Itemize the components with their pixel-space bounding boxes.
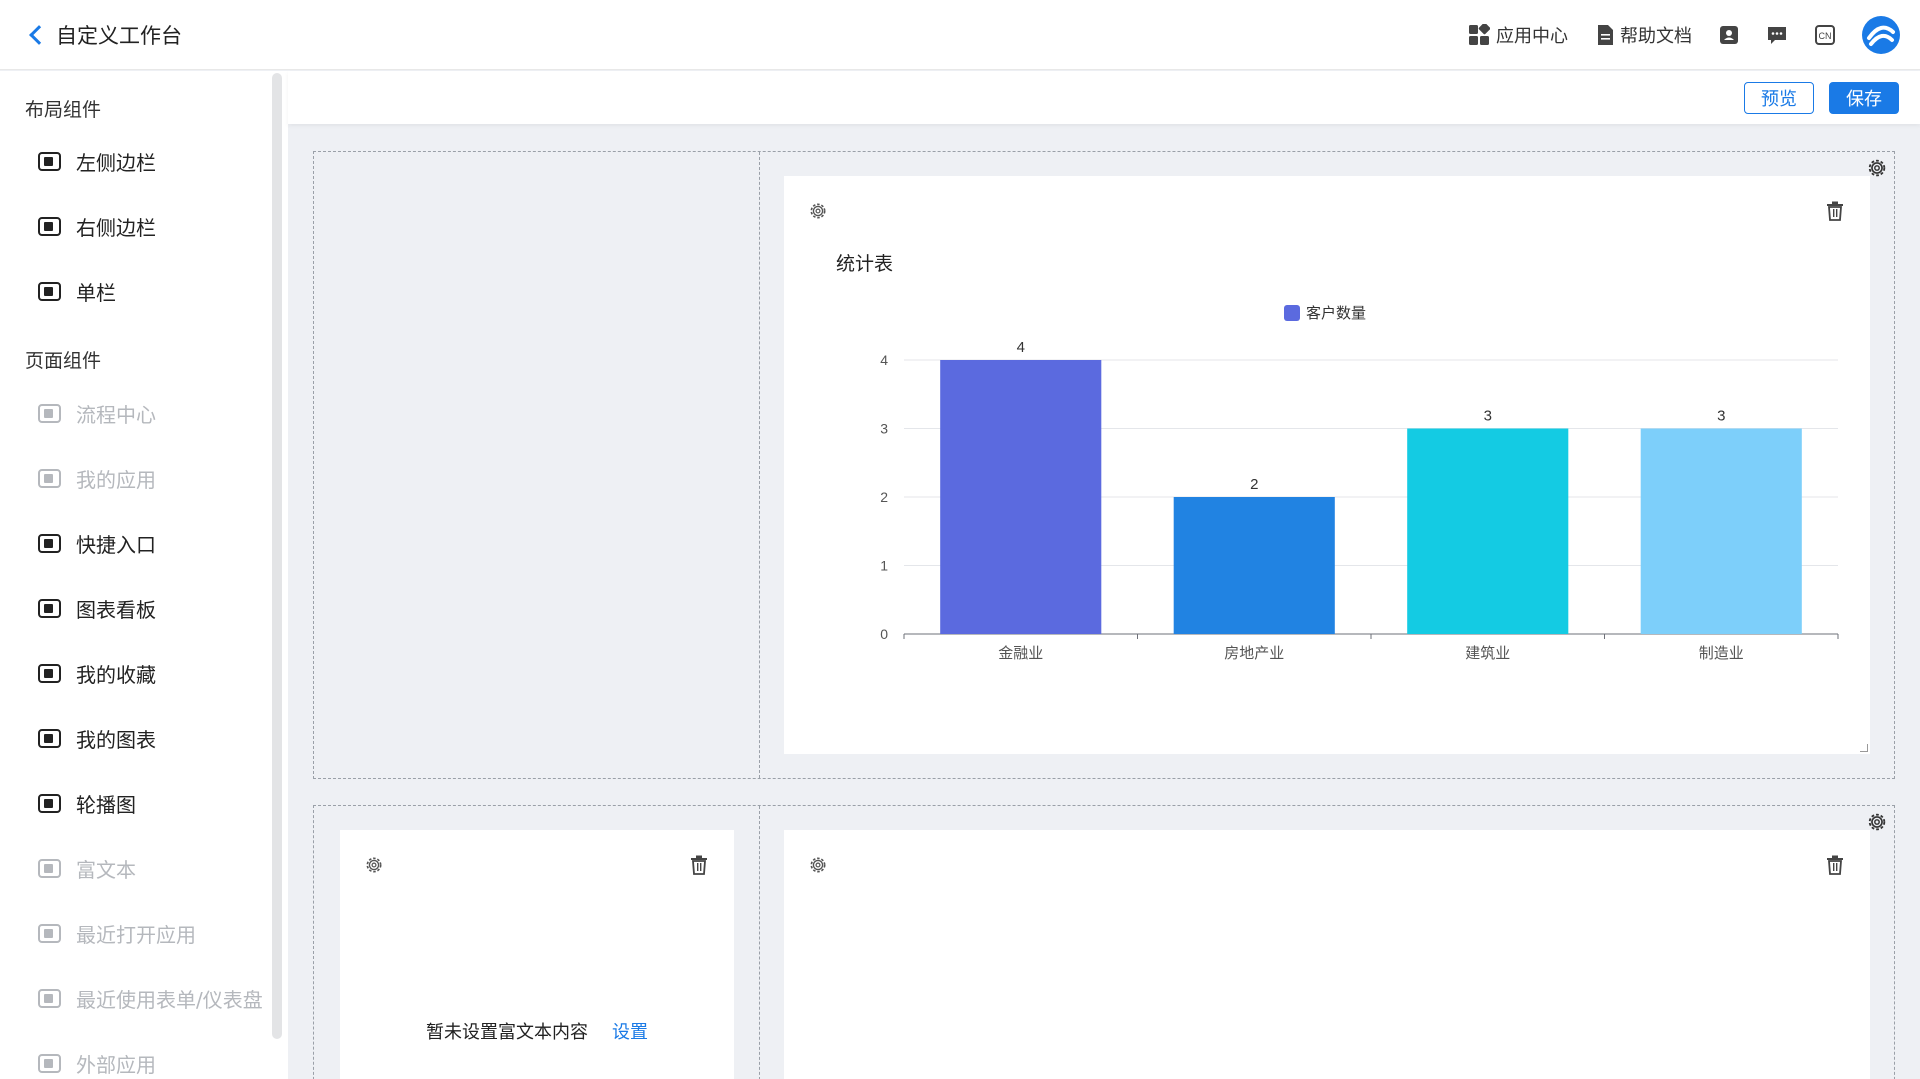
card-settings-gear-icon[interactable] xyxy=(808,855,828,875)
rich-text-icon xyxy=(38,858,61,878)
delete-trash-icon[interactable] xyxy=(1826,855,1844,875)
sidebar-item-recent-forms: 最近使用表单/仪表盘 xyxy=(38,983,263,1013)
grid-apps-icon xyxy=(1469,24,1490,45)
contacts-icon[interactable] xyxy=(1718,24,1740,46)
rich-text-card[interactable]: 暂未设置富文本内容 设置 xyxy=(340,830,734,1079)
sidebar-item-rich-text: 富文本 xyxy=(38,853,136,883)
resize-handle[interactable] xyxy=(1860,744,1868,752)
layout-components-title: 布局组件 xyxy=(25,99,102,121)
sidebar-item-label: 外部应用 xyxy=(76,1052,156,1077)
component-sidebar: 布局组件 左侧边栏 右侧边栏 单栏 页面组件 流程中心 我的应用 快捷入口 图表… xyxy=(0,71,288,1079)
column-divider xyxy=(759,152,760,778)
avatar[interactable] xyxy=(1862,16,1900,54)
message-icon[interactable] xyxy=(1766,24,1788,46)
sidebar-item-my-charts[interactable]: 我的图表 xyxy=(38,723,156,753)
sidebar-item-label: 富文本 xyxy=(76,857,136,882)
back-button[interactable]: 自定义工作台 xyxy=(28,20,182,50)
top-right-toolbar: 应用中心 帮助文档 CN xyxy=(1440,14,1900,56)
sidebar-item-carousel[interactable]: 轮播图 xyxy=(38,788,136,818)
x-tick-label: 制造业 xyxy=(1699,644,1744,662)
sidebar-item-label: 流程中心 xyxy=(76,402,156,427)
y-tick-label: 0 xyxy=(880,626,888,642)
data-label: 3 xyxy=(1484,408,1492,425)
sidebar-item-left-sidebar[interactable]: 左侧边栏 xyxy=(38,146,156,176)
my-charts-icon xyxy=(38,728,61,748)
chart-card[interactable]: 统计表 客户数量 0 1 2 3 4 4 金融业 2 房地产业 3 建筑业 3 制造业 xyxy=(784,176,1870,754)
empty-card[interactable] xyxy=(784,830,1870,1079)
left-sidebar-icon xyxy=(38,151,61,171)
sidebar-item-single-column[interactable]: 单栏 xyxy=(38,276,116,306)
bar xyxy=(940,360,1102,634)
save-button[interactable]: 保存 xyxy=(1829,82,1899,114)
help-docs-link[interactable]: 帮助文档 xyxy=(1596,22,1692,48)
rich-text-set-link[interactable]: 设置 xyxy=(612,1018,648,1044)
data-label: 3 xyxy=(1717,408,1725,425)
chart-board-icon xyxy=(38,598,61,618)
bar xyxy=(1173,497,1335,634)
sidebar-item-shortcut[interactable]: 快捷入口 xyxy=(38,528,156,558)
sidebar-item-label: 轮播图 xyxy=(76,792,136,817)
right-sidebar-icon xyxy=(38,216,61,236)
y-tick-label: 2 xyxy=(880,489,888,505)
action-bar: 预览 保存 xyxy=(288,71,1920,124)
recent-forms-icon xyxy=(38,988,61,1008)
x-tick-label: 房地产业 xyxy=(1224,644,1284,662)
top-bar: 自定义工作台 应用中心 帮助文档 CN xyxy=(0,0,1920,70)
layout-row-2[interactable]: 暂未设置富文本内容 设置 xyxy=(313,805,1895,1079)
chevron-left-icon xyxy=(29,25,49,45)
logo-icon xyxy=(1867,25,1895,46)
rich-text-empty-state: 暂未设置富文本内容 设置 xyxy=(426,1018,648,1044)
card-settings-gear-icon[interactable] xyxy=(364,855,384,875)
delete-trash-icon[interactable] xyxy=(690,855,708,875)
sidebar-item-label: 最近打开应用 xyxy=(76,922,196,947)
page-title: 自定义工作台 xyxy=(56,24,182,48)
bar-chart: 0 1 2 3 4 4 金融业 2 房地产业 3 建筑业 3 制造业 xyxy=(880,339,1839,662)
layout-row-1[interactable]: 统计表 客户数量 0 1 2 3 4 4 金融业 2 房地产业 3 建筑业 3 制造业 xyxy=(313,151,1895,779)
sidebar-item-recent-apps: 最近打开应用 xyxy=(38,918,196,948)
bar xyxy=(1407,428,1569,634)
sidebar-item-label: 图表看板 xyxy=(76,597,156,622)
external-apps-icon xyxy=(38,1053,61,1073)
bar xyxy=(1640,428,1802,634)
sidebar-item-label: 我的图表 xyxy=(76,727,156,752)
sidebar-item-label: 最近使用表单/仪表盘 xyxy=(76,987,263,1012)
sidebar-item-label: 我的应用 xyxy=(76,467,156,492)
carousel-icon xyxy=(38,793,61,813)
preview-button[interactable]: 预览 xyxy=(1744,82,1814,114)
process-center-icon xyxy=(38,403,61,423)
app-center-link[interactable]: 应用中心 xyxy=(1468,22,1568,48)
recent-apps-icon xyxy=(38,923,61,943)
my-apps-icon xyxy=(38,468,61,488)
y-tick-label: 4 xyxy=(880,352,888,368)
sidebar-item-label: 快捷入口 xyxy=(76,532,156,557)
help-docs-label: 帮助文档 xyxy=(1620,26,1692,47)
sidebar-item-right-sidebar[interactable]: 右侧边栏 xyxy=(38,211,156,241)
sidebar-item-label: 左侧边栏 xyxy=(76,150,156,175)
x-tick-label: 金融业 xyxy=(998,644,1043,662)
sidebar-scrollbar[interactable] xyxy=(272,73,282,1039)
page-components-title: 页面组件 xyxy=(25,350,102,372)
y-tick-label: 1 xyxy=(880,558,888,574)
column-divider xyxy=(759,806,760,1079)
data-label: 2 xyxy=(1250,476,1258,493)
y-tick-label: 3 xyxy=(880,421,888,437)
sidebar-item-label: 右侧边栏 xyxy=(76,215,156,240)
sidebar-item-favorites[interactable]: 我的收藏 xyxy=(38,658,156,688)
sidebar-item-chart-board[interactable]: 图表看板 xyxy=(38,593,156,623)
sidebar-item-label: 我的收藏 xyxy=(76,662,156,687)
app-center-label: 应用中心 xyxy=(1496,26,1568,47)
document-icon xyxy=(1598,25,1613,45)
data-label: 4 xyxy=(1017,339,1025,356)
favorites-icon xyxy=(38,663,61,683)
x-tick-label: 建筑业 xyxy=(1465,644,1510,662)
rich-text-empty-text: 暂未设置富文本内容 xyxy=(426,1022,588,1043)
shortcut-icon xyxy=(38,533,61,553)
sidebar-item-process-center: 流程中心 xyxy=(38,398,156,428)
single-column-icon xyxy=(38,281,61,301)
sidebar-item-external-apps: 外部应用 xyxy=(38,1048,156,1078)
sidebar-item-label: 单栏 xyxy=(76,280,116,305)
language-text: CN xyxy=(1819,31,1832,41)
sidebar-item-my-apps: 我的应用 xyxy=(38,463,156,493)
language-icon[interactable]: CN xyxy=(1814,24,1836,46)
